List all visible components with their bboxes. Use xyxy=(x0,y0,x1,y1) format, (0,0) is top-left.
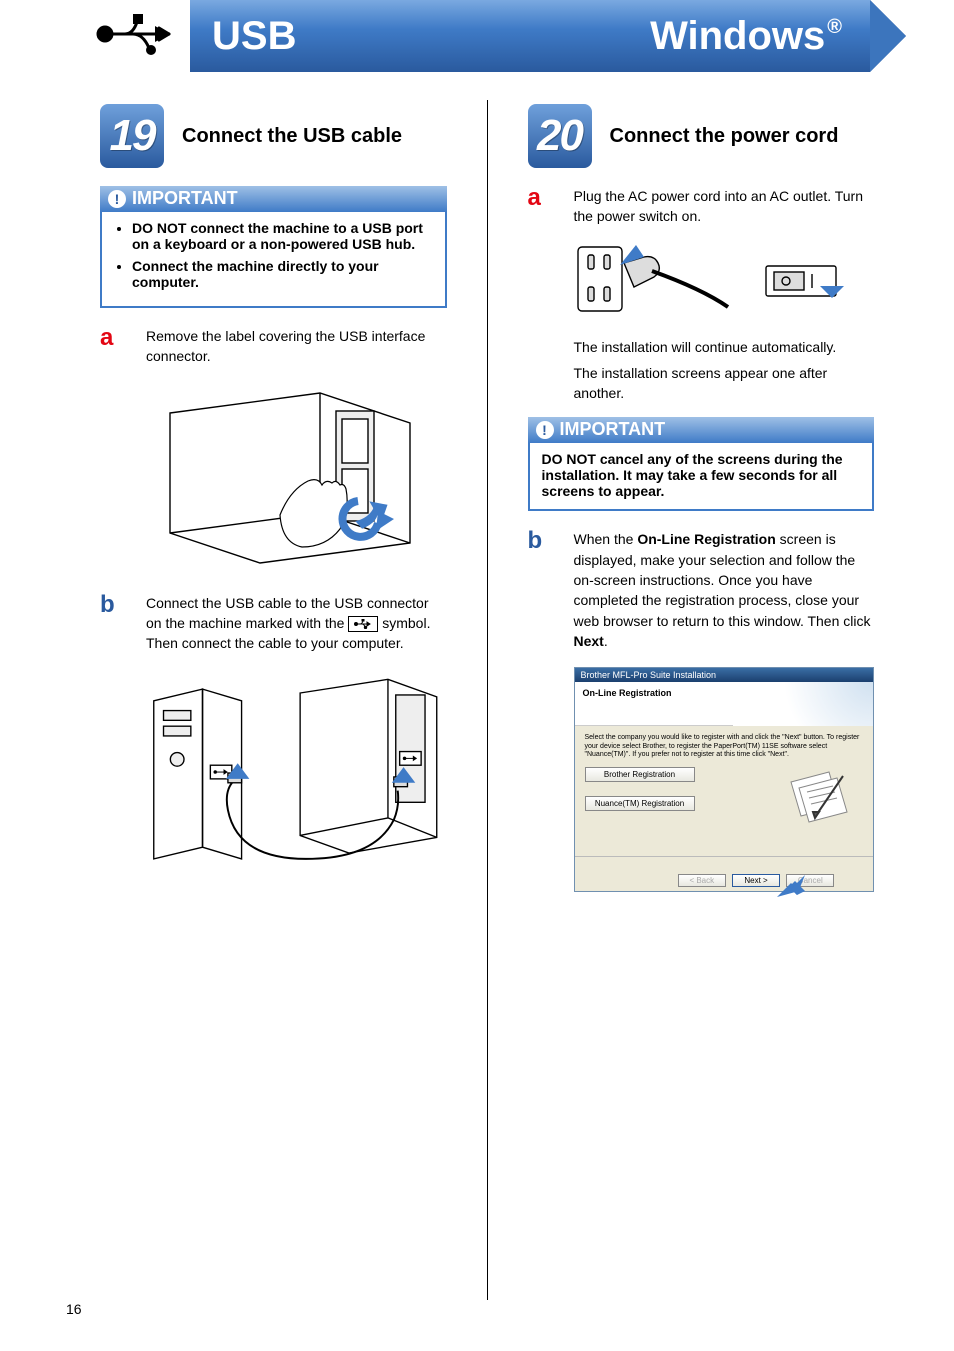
substep-b: b Connect the USB cable to the USB conne… xyxy=(100,593,447,654)
important-box-right: ! IMPORTANT DO NOT cancel any of the scr… xyxy=(528,417,875,511)
dialog-subtitle-bar: On-Line Registration xyxy=(575,682,873,726)
step-20-heading: 20 Connect the power cord xyxy=(528,104,875,168)
figure-connect-usb xyxy=(144,669,447,879)
important-body: DO NOT cancel any of the screens during … xyxy=(528,443,875,511)
substep-a: a Remove the label covering the USB inte… xyxy=(100,326,447,367)
substep-text: Plug the AC power cord into an AC outlet… xyxy=(574,186,875,227)
dialog-title: Brother MFL-Pro Suite Installation xyxy=(575,668,873,682)
arrow-pointer-icon xyxy=(777,875,805,897)
step-number-badge: 20 xyxy=(528,104,592,168)
substep-letter: a xyxy=(528,186,554,210)
figure-power-switch xyxy=(764,258,844,308)
left-column: 19 Connect the USB cable ! IMPORTANT DO … xyxy=(100,100,447,1300)
usb-trident-icon xyxy=(95,10,181,58)
next-button[interactable]: Next > xyxy=(732,874,780,887)
important-item: Connect the machine directly to your com… xyxy=(132,258,433,290)
important-heading: ! IMPORTANT xyxy=(100,186,447,212)
page-number: 16 xyxy=(66,1301,82,1317)
important-box-left: ! IMPORTANT DO NOT connect the machine t… xyxy=(100,186,447,308)
note-text: The installation screens appear one afte… xyxy=(574,363,875,404)
step-title: Connect the USB cable xyxy=(182,125,402,148)
brother-registration-button[interactable]: Brother Registration xyxy=(585,767,695,782)
step-19-heading: 19 Connect the USB cable xyxy=(100,104,447,168)
important-heading: ! IMPORTANT xyxy=(528,417,875,443)
substep-text: When the On-Line Registration screen is … xyxy=(574,529,875,651)
alert-icon: ! xyxy=(536,421,554,439)
header-right-label: Windows® xyxy=(650,14,842,59)
figure-power-row xyxy=(574,243,875,323)
back-button[interactable]: < Back xyxy=(678,874,726,887)
page-header: USB Windows® xyxy=(0,0,954,72)
substep-letter: b xyxy=(100,593,126,617)
header-banner: USB Windows® xyxy=(190,0,870,72)
figure-ac-outlet xyxy=(574,243,734,323)
header-left-label: USB xyxy=(212,14,296,59)
figure-remove-label xyxy=(144,383,447,573)
pen-paper-icon xyxy=(785,766,855,826)
right-column: 20 Connect the power cord a Plug the AC … xyxy=(528,100,875,1300)
nuance-registration-button[interactable]: Nuance(TM) Registration xyxy=(585,796,695,811)
substep-letter: b xyxy=(528,529,554,553)
registration-dialog: Brother MFL-Pro Suite Installation On-Li… xyxy=(574,667,874,892)
usb-symbol-icon xyxy=(348,616,378,632)
substep-b: b When the On-Line Registration screen i… xyxy=(528,529,875,651)
substep-letter: a xyxy=(100,326,126,350)
note-text: The installation will continue automatic… xyxy=(574,337,875,357)
substep-text: Connect the USB cable to the USB connect… xyxy=(146,593,447,654)
dialog-footer: < Back Next > Cancel xyxy=(575,856,873,891)
step-title: Connect the power cord xyxy=(610,125,839,148)
step-number-badge: 19 xyxy=(100,104,164,168)
column-divider xyxy=(487,100,488,1300)
dialog-body-text: Select the company you would like to reg… xyxy=(585,734,863,759)
alert-icon: ! xyxy=(108,190,126,208)
substep-a: a Plug the AC power cord into an AC outl… xyxy=(528,186,875,227)
substep-text: Remove the label covering the USB interf… xyxy=(146,326,447,367)
important-item: DO NOT connect the machine to a USB port… xyxy=(132,220,433,252)
